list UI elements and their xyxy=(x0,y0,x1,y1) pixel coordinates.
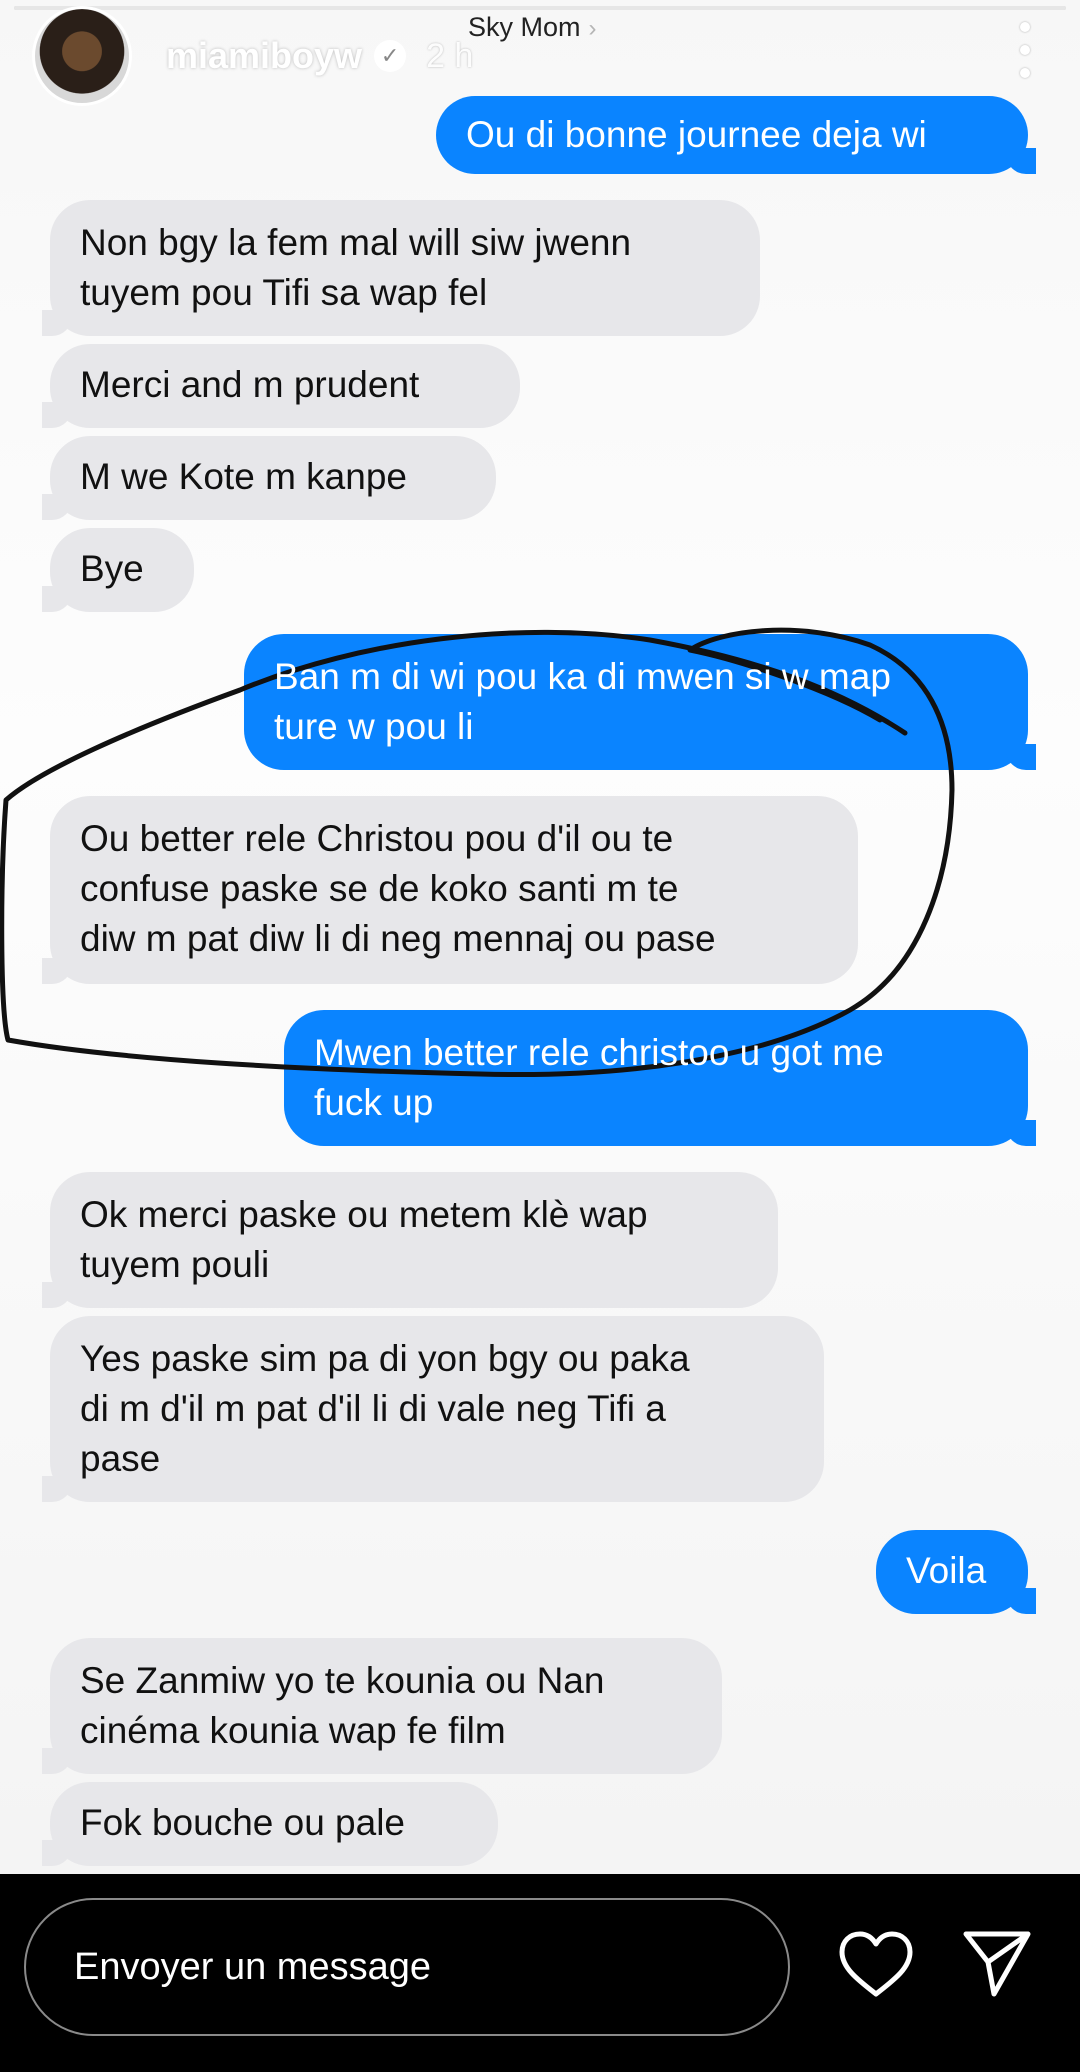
message-text: M we Kote m kanpe xyxy=(80,456,407,497)
message-bubble-received: Yes paske sim pa di yon bgy ou paka di m… xyxy=(42,1316,824,1502)
message-text: Ou di bonne journee deja wi xyxy=(466,114,927,155)
message-text: Bye xyxy=(80,548,144,589)
message-text: Yes paske sim pa di yon bgy ou paka di m… xyxy=(80,1338,690,1479)
message-bubble-received: Non bgy la fem mal will siw jwenn tuyem … xyxy=(42,200,760,336)
message-input[interactable]: Envoyer un message xyxy=(24,1898,790,2036)
message-bubble-sent: Mwen better rele christoo u got me fuck … xyxy=(284,1010,1036,1146)
message-text: Voila xyxy=(906,1550,987,1591)
verified-check-icon: ✓ xyxy=(374,40,407,72)
message-text: Mwen better rele christoo u got me fuck … xyxy=(314,1032,884,1123)
story-time: 2 h xyxy=(426,36,474,75)
message-text: Merci and m prudent xyxy=(80,364,420,405)
message-bubble-sent: Voila xyxy=(876,1530,1036,1614)
message-bubble-received: M we Kote m kanpe xyxy=(42,436,496,520)
message-text: Ok merci paske ou metem klè wap tuyem po… xyxy=(80,1194,648,1285)
message-text: Non bgy la fem mal will siw jwenn tuyem … xyxy=(80,222,632,313)
message-bubble-received: Ok merci paske ou metem klè wap tuyem po… xyxy=(42,1172,778,1308)
story-frame[interactable]: Sky Mom › miamiboyw ✓ 2 h Ou di bonne jou… xyxy=(0,0,1080,1874)
heart-icon[interactable] xyxy=(838,1930,914,2000)
message-bubble-received: Fok bouche ou pale xyxy=(42,1782,498,1866)
message-bubble-sent: Ou di bonne journee deja wi xyxy=(436,96,1036,174)
message-text: Se Zanmiw yo te kounia ou Nan cinéma kou… xyxy=(80,1660,605,1751)
message-bubble-sent: Ban m di wi pou ka di mwen si w map ture… xyxy=(244,634,1036,770)
more-vertical-icon[interactable] xyxy=(1018,22,1032,78)
message-bubble-received: Se Zanmiw yo te kounia ou Nan cinéma kou… xyxy=(42,1638,722,1774)
message-text: Ou better rele Christou pou d'il ou te c… xyxy=(80,818,716,959)
story-reply-bar: Envoyer un message xyxy=(0,1874,1080,2072)
send-icon[interactable] xyxy=(960,1926,1034,2000)
avatar[interactable] xyxy=(32,6,132,106)
message-bubble-received: Merci and m prudent xyxy=(42,344,520,428)
message-bubble-received: Bye xyxy=(42,528,194,612)
message-text: Fok bouche ou pale xyxy=(80,1802,406,1843)
story-username[interactable]: miamiboyw xyxy=(166,35,362,77)
message-input-placeholder: Envoyer un message xyxy=(74,1945,431,1988)
message-text: Ban m di wi pou ka di mwen si w map ture… xyxy=(274,656,891,747)
story-header: miamiboyw ✓ 2 h xyxy=(32,6,1060,106)
message-bubble-received: Ou better rele Christou pou d'il ou te c… xyxy=(42,796,858,984)
